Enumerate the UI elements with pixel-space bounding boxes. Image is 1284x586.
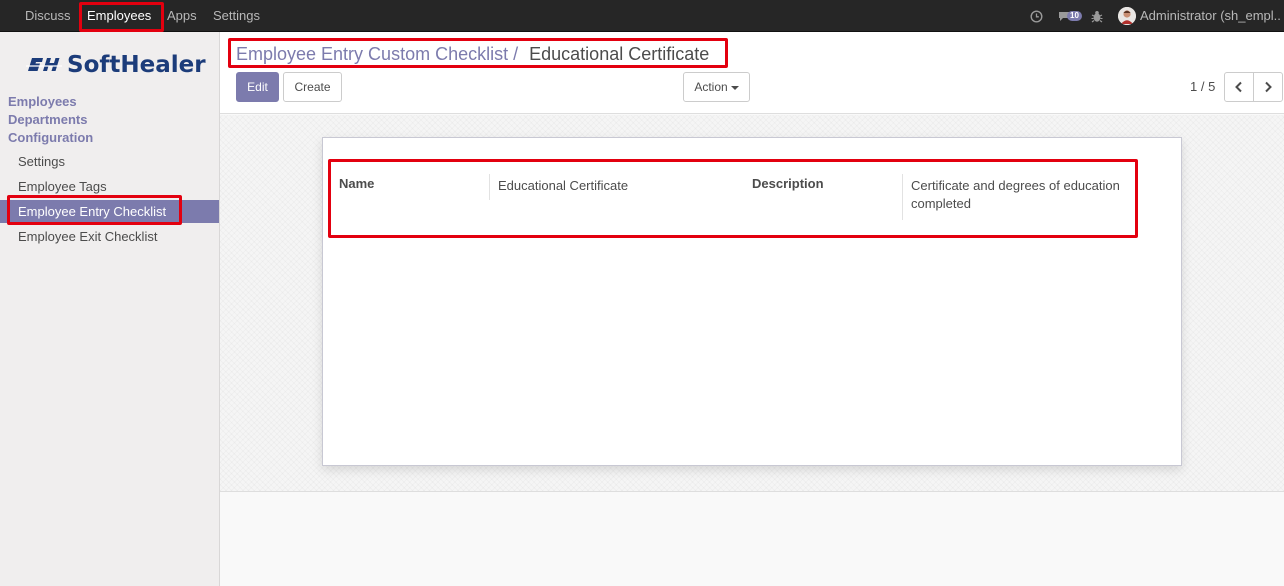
- action-dropdown[interactable]: Action: [683, 72, 750, 102]
- control-panel: Employee Entry Custom Checklist / Educat…: [220, 32, 1284, 114]
- form-view-background: Name Educational Certificate Description…: [220, 115, 1284, 492]
- sidebar-section-configuration[interactable]: Configuration: [8, 130, 93, 145]
- action-label: Action: [694, 80, 728, 94]
- breadcrumb-current: Educational Certificate: [529, 44, 710, 64]
- company-logo: SoftHealer: [26, 52, 206, 78]
- top-navbar: Discuss Employees Apps Settings 10 Admin…: [0, 0, 1284, 32]
- menu-discuss[interactable]: Discuss: [25, 0, 71, 32]
- pager-previous-button[interactable]: [1224, 72, 1254, 102]
- sidebar-section-departments[interactable]: Departments: [8, 112, 87, 127]
- messaging-menu[interactable]: 10: [1058, 0, 1082, 32]
- create-button[interactable]: Create: [283, 72, 342, 102]
- softhealer-logo-icon: [26, 58, 62, 71]
- breadcrumb-separator: /: [513, 44, 519, 64]
- sidebar-section-employees[interactable]: Employees: [8, 94, 77, 109]
- user-menu-name[interactable]: Administrator (sh_empl..: [1140, 0, 1284, 32]
- breadcrumb: Employee Entry Custom Checklist / Educat…: [236, 44, 709, 65]
- edit-button[interactable]: Edit: [236, 72, 279, 102]
- menu-settings[interactable]: Settings: [213, 0, 260, 32]
- breadcrumb-parent[interactable]: Employee Entry Custom Checklist: [236, 44, 508, 64]
- pager-value[interactable]: 1 / 5: [1190, 79, 1215, 94]
- sidebar-item-employee-entry-checklist[interactable]: Employee Entry Checklist: [18, 204, 166, 219]
- caret-down-icon: [730, 85, 739, 90]
- menu-apps[interactable]: Apps: [167, 0, 197, 32]
- name-label: Name: [339, 176, 375, 191]
- user-avatar[interactable]: [1118, 7, 1136, 25]
- app-sidebar: SoftHealer Employees Departments Configu…: [0, 32, 220, 586]
- field-divider: [902, 174, 903, 220]
- menu-employees[interactable]: Employees: [87, 0, 151, 32]
- bug-icon[interactable]: [1089, 0, 1105, 32]
- description-field[interactable]: Certificate and degrees of education com…: [911, 177, 1141, 213]
- description-label: Description: [752, 176, 824, 191]
- sidebar-item-settings[interactable]: Settings: [18, 154, 65, 169]
- messages-count-badge: 10: [1067, 10, 1082, 21]
- description-line-1: Certificate and degrees of education: [911, 178, 1120, 193]
- field-divider: [489, 174, 490, 200]
- logo-text: SoftHealer: [67, 52, 206, 78]
- pager-next-button[interactable]: [1253, 72, 1283, 102]
- chevron-right-icon: [1265, 81, 1272, 93]
- page-footer-area: [220, 492, 1284, 586]
- sidebar-item-employee-tags[interactable]: Employee Tags: [18, 179, 107, 194]
- name-field[interactable]: Educational Certificate: [498, 177, 628, 195]
- form-sheet: Name Educational Certificate Description…: [322, 137, 1182, 466]
- clock-icon[interactable]: [1028, 0, 1044, 32]
- sidebar-item-employee-exit-checklist[interactable]: Employee Exit Checklist: [18, 229, 157, 244]
- description-line-2: completed: [911, 196, 971, 211]
- chevron-left-icon: [1235, 81, 1242, 93]
